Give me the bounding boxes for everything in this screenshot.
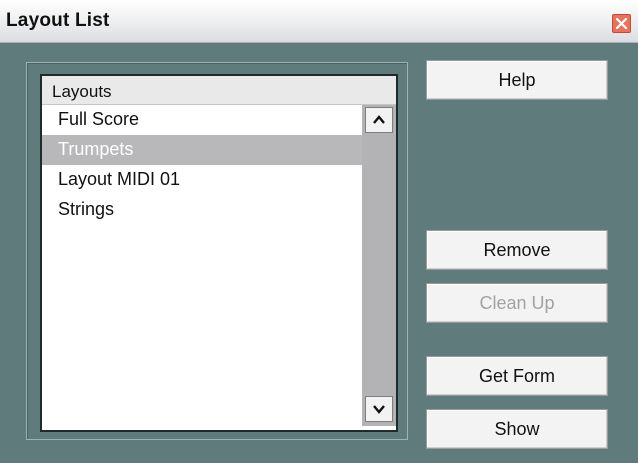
- get-form-button[interactable]: Get Form: [426, 356, 608, 396]
- list-item[interactable]: Layout MIDI 01: [42, 165, 362, 195]
- show-button-label: Show: [494, 419, 540, 439]
- remove-button[interactable]: Remove: [426, 230, 608, 270]
- layout-list-dialog: Layout List Layouts Full Score Trumpets …: [0, 0, 638, 463]
- list-item[interactable]: Full Score: [42, 105, 362, 135]
- list-item[interactable]: Strings: [42, 195, 362, 225]
- get-form-button-label: Get Form: [478, 366, 555, 386]
- scroll-up-button[interactable]: [365, 107, 393, 133]
- window-title: Layout List: [6, 10, 110, 31]
- list-item-label: Strings: [58, 199, 115, 219]
- layouts-list[interactable]: Layouts Full Score Trumpets Layout MIDI …: [40, 74, 398, 432]
- chevron-up-icon: [373, 115, 385, 124]
- clean-up-button-label: Clean Up: [479, 293, 555, 313]
- remove-button-label: Remove: [483, 240, 551, 260]
- title-bar[interactable]: Layout List: [0, 0, 638, 43]
- show-button[interactable]: Show: [426, 409, 608, 449]
- list-item-label: Trumpets: [58, 139, 134, 159]
- clean-up-button[interactable]: Clean Up: [426, 283, 608, 323]
- close-icon: [615, 17, 628, 30]
- scroll-down-button[interactable]: [365, 396, 393, 422]
- close-button[interactable]: [612, 14, 631, 33]
- help-button-label: Help: [498, 70, 536, 90]
- list-rows: Full Score Trumpets Layout MIDI 01 Strin…: [42, 105, 362, 426]
- chevron-down-icon: [373, 405, 385, 414]
- vertical-scrollbar[interactable]: [362, 105, 396, 426]
- list-item-selected[interactable]: Trumpets: [42, 135, 362, 165]
- help-button[interactable]: Help: [426, 60, 608, 100]
- list-item-label: Full Score: [58, 109, 140, 129]
- list-header: Layouts: [42, 76, 396, 105]
- list-item-label: Layout MIDI 01: [58, 169, 181, 189]
- list-header-label: Layouts: [52, 82, 112, 101]
